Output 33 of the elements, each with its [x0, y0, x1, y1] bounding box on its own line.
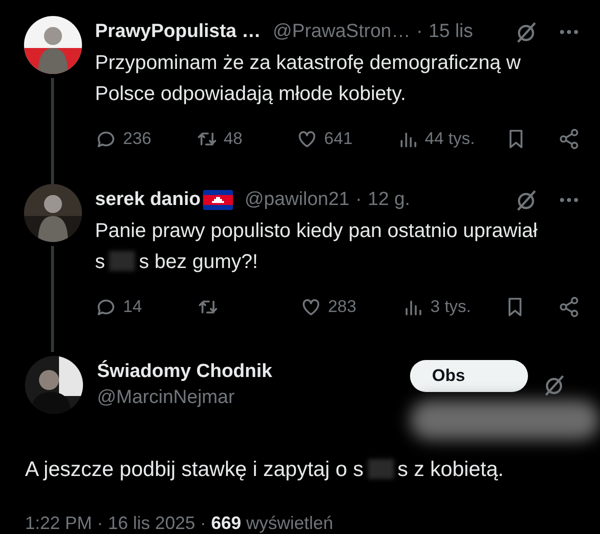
- post-text: Przypominam że za katastrofę demograficzną w Polsce odpowiadają młode kobiety.: [95, 51, 522, 107]
- share-button[interactable]: [558, 296, 580, 318]
- slashed-circle-icon[interactable]: [514, 188, 538, 212]
- slashed-circle-icon[interactable]: [542, 373, 566, 397]
- like-button[interactable]: 283: [300, 296, 370, 318]
- reply-button[interactable]: 236: [95, 128, 165, 150]
- post-meta: 1:22 PM · 16 lis 2025 · 669 wyświetleń: [25, 513, 334, 534]
- views-button[interactable]: 44 tys.: [396, 128, 475, 150]
- user-name[interactable]: PrawyPopulista …: [95, 21, 261, 43]
- post-time[interactable]: 12 g.: [368, 189, 410, 211]
- post-time[interactable]: 15 lis: [428, 21, 474, 43]
- share-icon: [558, 296, 580, 318]
- share-icon: [558, 128, 580, 150]
- user-name[interactable]: serek danio: [95, 189, 201, 211]
- separator: ·: [416, 21, 423, 43]
- post-text: Panie prawy populisto kiedy pan ostatnio uprawiał s s bez gumy?!: [95, 219, 538, 275]
- repost-button[interactable]: 48: [196, 128, 266, 150]
- censor-blur: [109, 251, 135, 271]
- share-button[interactable]: [558, 128, 580, 150]
- views-button[interactable]: 3 tys.: [402, 296, 472, 318]
- user-handle[interactable]: @pawilon21: [244, 189, 350, 211]
- reply-button[interactable]: 14: [95, 296, 165, 318]
- more-icon[interactable]: [558, 28, 580, 36]
- separator: ·: [355, 189, 362, 211]
- follow-button[interactable]: Obs: [410, 360, 528, 392]
- slashed-circle-icon[interactable]: [514, 20, 538, 44]
- like-button[interactable]: 641: [296, 128, 366, 150]
- post-text: A jeszcze podbij stawkę i zapytaj o s s z kobietą.: [25, 457, 505, 483]
- more-icon[interactable]: [558, 196, 580, 204]
- censor-blur: [368, 459, 394, 479]
- user-handle[interactable]: @MarcinNejmar: [97, 387, 272, 409]
- user-handle[interactable]: @PrawaStron…: [272, 21, 410, 43]
- user-name[interactable]: Świadomy Chodnik: [97, 361, 272, 383]
